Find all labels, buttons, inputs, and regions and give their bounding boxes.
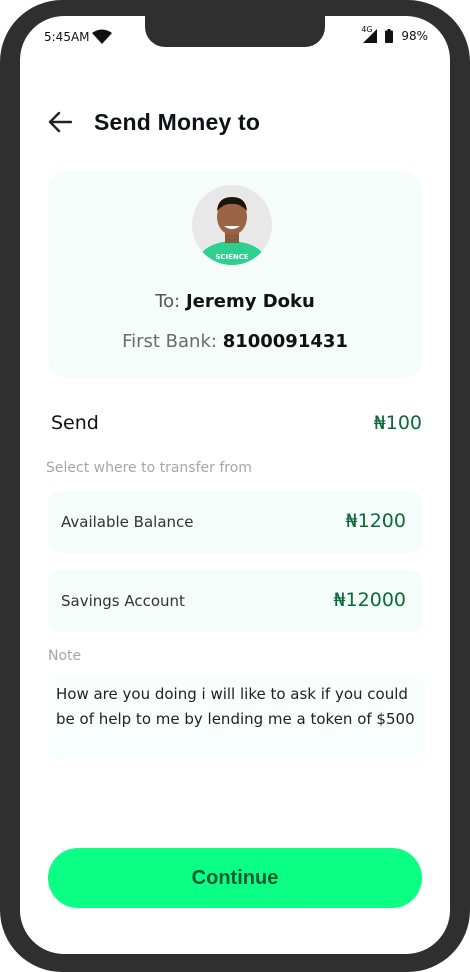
status-right: 4G 98% bbox=[361, 25, 428, 43]
send-label: Send bbox=[51, 412, 99, 434]
camera-notch bbox=[145, 16, 325, 47]
battery-percent: 98% bbox=[401, 29, 428, 43]
back-arrow-icon[interactable] bbox=[46, 108, 74, 136]
avatar-shirt-text: SCIENCE bbox=[215, 253, 249, 261]
account-option-savings[interactable]: Savings Account ₦12000 bbox=[48, 570, 422, 632]
continue-button[interactable]: Continue bbox=[48, 848, 422, 908]
page-title: Send Money to bbox=[94, 108, 261, 135]
account-option-available-balance[interactable]: Available Balance ₦1200 bbox=[48, 491, 422, 553]
wifi-icon bbox=[92, 29, 112, 44]
page-header: Send Money to bbox=[46, 108, 260, 136]
note-label: Note bbox=[48, 648, 82, 664]
account-number: 8100091431 bbox=[222, 331, 348, 352]
bank-line: First Bank: 8100091431 bbox=[48, 331, 422, 352]
recipient-line: To: Jeremy Doku bbox=[48, 291, 422, 312]
avatar: SCIENCE bbox=[192, 185, 272, 265]
bank-label: First Bank: bbox=[122, 331, 217, 352]
battery-icon bbox=[385, 29, 394, 43]
avatar-image: SCIENCE bbox=[192, 185, 272, 265]
signal-icon: 4G bbox=[361, 25, 378, 43]
phone-frame: 5:45AM 4G 98% Send Money to SCIENCE To: … bbox=[0, 0, 470, 972]
to-label: To: bbox=[155, 291, 181, 312]
account-name: Savings Account bbox=[61, 592, 185, 610]
recipient-card: SCIENCE To: Jeremy Doku First Bank: 8100… bbox=[48, 171, 422, 379]
screen: 5:45AM 4G 98% Send Money to SCIENCE To: … bbox=[20, 16, 450, 954]
network-type: 4G bbox=[361, 25, 373, 34]
status-time: 5:45AM bbox=[44, 30, 90, 44]
note-field[interactable]: How are you doing i will like to ask if … bbox=[48, 676, 426, 760]
account-amount: ₦1200 bbox=[345, 510, 406, 532]
send-amount: ₦100 bbox=[373, 412, 422, 434]
account-name: Available Balance bbox=[61, 513, 194, 531]
account-amount: ₦12000 bbox=[333, 589, 406, 611]
source-hint: Select where to transfer from bbox=[46, 460, 252, 476]
recipient-name: Jeremy Doku bbox=[185, 291, 315, 312]
